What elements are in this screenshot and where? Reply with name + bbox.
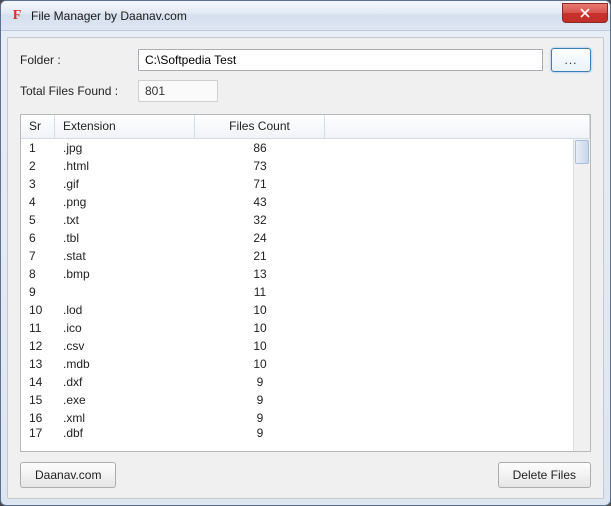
table-row[interactable]: 15.exe9 [21,391,590,409]
cell-count: 10 [195,321,325,335]
client-area: Folder : ... Total Files Found : Sr Exte… [7,37,604,499]
cell-count: 10 [195,339,325,353]
app-window: F File Manager by Daanav.com Folder : ..… [0,0,611,506]
cell-sr: 2 [21,159,55,173]
table-row[interactable]: 14.dxf9 [21,373,590,391]
table-row[interactable]: 10.lod10 [21,301,590,319]
cell-sr: 10 [21,303,55,317]
cell-count: 10 [195,357,325,371]
close-icon [580,8,590,18]
table-row[interactable]: 2.html73 [21,157,590,175]
table-row[interactable]: 16.xml9 [21,409,590,427]
total-label: Total Files Found : [20,84,130,98]
table-row[interactable]: 5.txt32 [21,211,590,229]
cell-sr: 15 [21,393,55,407]
cell-sr: 6 [21,231,55,245]
table-row[interactable]: 11.ico10 [21,319,590,337]
cell-count: 32 [195,213,325,227]
browse-button[interactable]: ... [551,48,591,72]
table-row[interactable]: 17.dbf9 [21,427,590,439]
cell-extension: .txt [55,213,195,227]
cell-sr: 11 [21,321,55,335]
daanav-label: Daanav.com [35,468,101,482]
table-body: 1.jpg862.html733.gif714.png435.txt326.tb… [21,139,590,451]
table-row[interactable]: 9 11 [21,283,590,301]
total-row: Total Files Found : [20,80,591,102]
cell-sr: 9 [21,285,55,299]
cell-sr: 17 [21,427,55,439]
table-row[interactable]: 4.png43 [21,193,590,211]
cell-count: 71 [195,177,325,191]
cell-sr: 1 [21,141,55,155]
cell-extension: .stat [55,249,195,263]
cell-extension: .bmp [55,267,195,281]
table-row[interactable]: 1.jpg86 [21,139,590,157]
cell-sr: 13 [21,357,55,371]
cell-extension: .png [55,195,195,209]
window-title: File Manager by Daanav.com [31,9,562,23]
app-icon: F [9,8,25,24]
col-header-sr[interactable]: Sr [21,115,55,138]
cell-extension: .exe [55,393,195,407]
titlebar[interactable]: F File Manager by Daanav.com [1,1,610,31]
scrollbar-thumb[interactable] [575,140,589,164]
delete-label: Delete Files [513,468,576,482]
cell-count: 24 [195,231,325,245]
close-button[interactable] [562,3,608,23]
cell-count: 13 [195,267,325,281]
cell-extension: .tbl [55,231,195,245]
table-row[interactable]: 7.stat21 [21,247,590,265]
cell-count: 9 [195,393,325,407]
cell-sr: 8 [21,267,55,281]
folder-label: Folder : [20,53,130,67]
cell-count: 11 [195,285,325,299]
cell-sr: 7 [21,249,55,263]
col-header-empty[interactable] [325,115,590,138]
table-row[interactable]: 13.mdb10 [21,355,590,373]
cell-count: 9 [195,375,325,389]
cell-extension: .html [55,159,195,173]
col-header-count[interactable]: Files Count [195,115,325,138]
cell-sr: 16 [21,411,55,425]
cell-sr: 3 [21,177,55,191]
folder-row: Folder : ... [20,48,591,72]
cell-sr: 4 [21,195,55,209]
cell-count: 86 [195,141,325,155]
cell-extension: .lod [55,303,195,317]
cell-count: 9 [195,411,325,425]
daanav-button[interactable]: Daanav.com [20,462,116,488]
cell-extension: .ico [55,321,195,335]
folder-input[interactable] [138,49,543,71]
cell-sr: 12 [21,339,55,353]
cell-count: 21 [195,249,325,263]
cell-extension: .gif [55,177,195,191]
file-table: Sr Extension Files Count 1.jpg862.html73… [20,114,591,452]
cell-count: 43 [195,195,325,209]
table-row[interactable]: 8.bmp13 [21,265,590,283]
table-row[interactable]: 3.gif71 [21,175,590,193]
cell-extension: .xml [55,411,195,425]
table-header: Sr Extension Files Count [21,115,590,139]
table-row[interactable]: 12.csv10 [21,337,590,355]
cell-count: 73 [195,159,325,173]
cell-sr: 5 [21,213,55,227]
cell-count: 10 [195,303,325,317]
browse-label: ... [564,53,577,67]
total-input [138,80,218,102]
footer-bar: Daanav.com Delete Files [20,462,591,488]
cell-sr: 14 [21,375,55,389]
cell-extension: .jpg [55,141,195,155]
delete-files-button[interactable]: Delete Files [498,462,591,488]
cell-extension: .csv [55,339,195,353]
cell-extension: .mdb [55,357,195,371]
col-header-extension[interactable]: Extension [55,115,195,138]
table-row[interactable]: 6.tbl24 [21,229,590,247]
scrollbar-track[interactable] [573,139,590,451]
cell-extension: .dxf [55,375,195,389]
cell-count: 9 [195,427,325,439]
cell-extension: .dbf [55,427,195,439]
